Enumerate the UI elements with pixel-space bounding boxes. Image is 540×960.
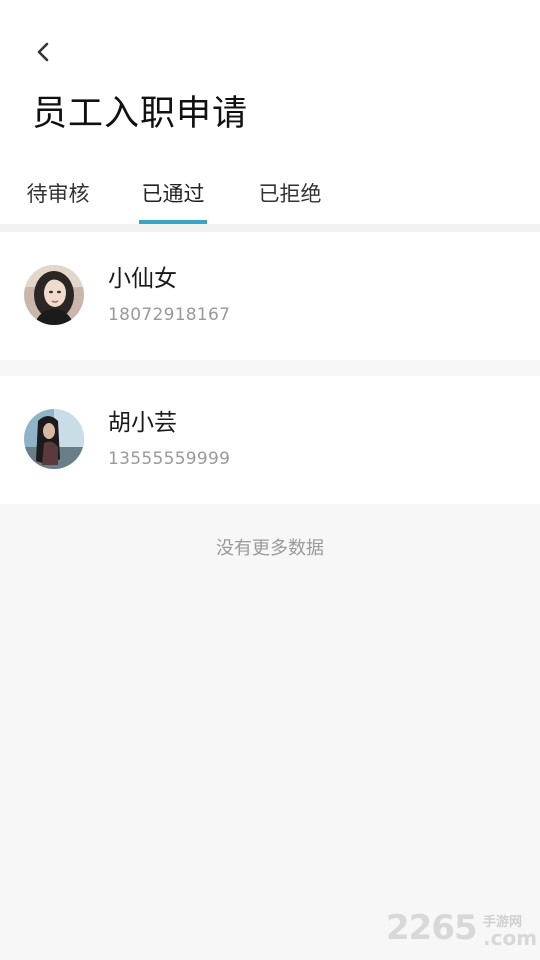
chevron-left-icon <box>37 42 49 62</box>
list-item[interactable]: 胡小芸 13555559999 <box>0 376 540 504</box>
avatar <box>24 265 84 325</box>
employee-name: 小仙女 <box>108 266 177 292</box>
divider <box>0 224 540 232</box>
employee-phone: 18072918167 <box>108 305 231 325</box>
tab-rejected[interactable]: 已拒绝 <box>255 170 325 224</box>
watermark-logo: 2265 手游网 .com <box>386 908 538 950</box>
employee-name: 胡小芸 <box>108 410 177 436</box>
employee-phone: 13555559999 <box>108 449 231 469</box>
back-button[interactable] <box>28 36 60 68</box>
list-end-message: 没有更多数据 <box>216 538 324 559</box>
page-title: 员工入职申请 <box>32 94 249 134</box>
watermark-number: 2265 <box>386 908 478 948</box>
tab-bar: 待审核 已通过 已拒绝 <box>0 170 540 224</box>
app-header: 员工入职申请 待审核 已通过 已拒绝 <box>0 0 540 224</box>
watermark-suffix: .com <box>483 926 538 950</box>
tab-pending[interactable]: 待审核 <box>23 170 93 224</box>
list-item[interactable]: 小仙女 18072918167 <box>0 232 540 360</box>
tab-approved[interactable]: 已通过 <box>138 170 208 224</box>
avatar <box>24 409 84 469</box>
